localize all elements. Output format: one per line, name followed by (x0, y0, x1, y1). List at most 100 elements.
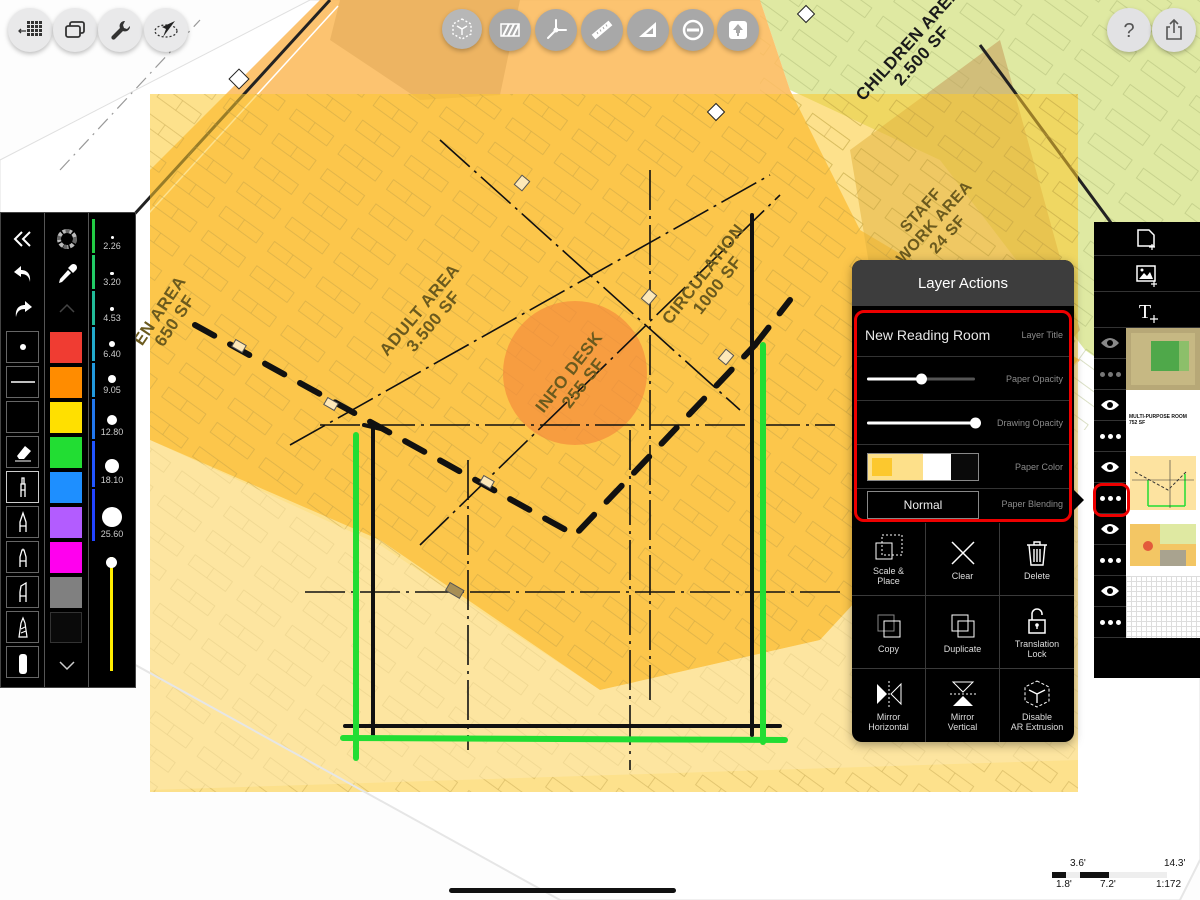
stroke-size-option[interactable]: 9.05 (89, 375, 135, 395)
color-swatch-purple[interactable] (50, 507, 82, 538)
color-swatch-magenta[interactable] (50, 542, 82, 573)
color-swatch-red[interactable] (50, 332, 82, 363)
home-indicator[interactable] (449, 888, 676, 893)
tree-stamp-icon (729, 21, 747, 39)
color-swatch-black[interactable] (50, 612, 82, 643)
drawing-opacity-slider[interactable] (867, 417, 981, 428)
stroke-size-option[interactable]: 6.40 (89, 341, 135, 359)
line-tool-button[interactable] (6, 366, 39, 398)
add-image-button[interactable] (1094, 258, 1200, 292)
disable-ar-extrusion-button[interactable]: Disable AR Extrusion (1000, 669, 1074, 742)
layer-thumbnail[interactable] (1126, 514, 1200, 576)
opacity-slider-thumb[interactable] (106, 556, 117, 568)
collapse-button[interactable] (6, 223, 39, 255)
layer-item[interactable] (1094, 514, 1200, 576)
layer-item[interactable] (1094, 576, 1200, 638)
clear-button[interactable]: Clear (926, 523, 1000, 596)
colors-scroll-up-button[interactable] (50, 293, 83, 325)
layer-visibility-toggle[interactable] (1094, 576, 1126, 607)
projects-button[interactable] (8, 8, 52, 52)
paper-color-yellow[interactable] (868, 453, 896, 480)
fill-tool-button[interactable] (6, 401, 39, 433)
crayon-button[interactable] (6, 646, 39, 678)
drawing-opacity-thumb[interactable] (970, 417, 981, 428)
layer-actions-title: Layer Actions (852, 260, 1074, 306)
stroke-size-option[interactable]: 4.53 (89, 306, 135, 323)
color-wheel-button[interactable] (50, 223, 83, 255)
windows-button[interactable] (53, 8, 97, 52)
duplicate-button[interactable]: Duplicate (926, 596, 1000, 669)
layer-thumbnail[interactable] (1126, 576, 1200, 638)
ruler-button[interactable] (581, 9, 623, 51)
translation-lock-button[interactable]: Translation Lock (1000, 596, 1074, 669)
transform-button[interactable] (442, 9, 482, 49)
axis-button[interactable] (535, 9, 577, 51)
highlighter-button[interactable] (6, 576, 39, 608)
undo-button[interactable] (6, 258, 39, 290)
paper-blending-select[interactable]: Normal (867, 490, 979, 519)
stroke-size-option[interactable]: 3.20 (89, 271, 135, 287)
set-square-button[interactable] (627, 9, 669, 51)
color-swatch-blue[interactable] (50, 472, 82, 503)
scale-place-button[interactable]: Scale & Place (852, 523, 926, 596)
mirror-vertical-button[interactable]: Mirror Vertical (926, 669, 1000, 742)
trash-icon (1027, 540, 1047, 566)
add-text-button[interactable]: T (1094, 294, 1200, 328)
color-swatch-orange[interactable] (50, 367, 82, 398)
color-wheel-icon (56, 229, 77, 249)
color-swatch-yellow[interactable] (50, 402, 82, 433)
paper-color-black[interactable] (950, 453, 978, 480)
point-tool-button[interactable] (6, 331, 39, 363)
layer-item[interactable]: MULTI-PURPOSE ROOM 752 SF (1094, 390, 1200, 452)
layer-more-button[interactable] (1094, 607, 1126, 638)
layer-title-row: New Reading Room Layer Title (857, 313, 1069, 357)
layer-visibility-toggle[interactable] (1094, 390, 1126, 421)
delete-button[interactable]: Delete (1000, 523, 1074, 596)
stroke-size-option[interactable]: 18.10 (89, 459, 135, 485)
eraser-button[interactable] (6, 436, 39, 468)
add-layer-button[interactable] (1094, 222, 1200, 256)
marker-button[interactable] (6, 541, 39, 573)
brush-button[interactable] (6, 611, 39, 643)
color-swatch-green[interactable] (50, 437, 82, 468)
layer-more-button[interactable] (1094, 421, 1126, 452)
stroke-size-dot (109, 341, 115, 347)
layer-more-button[interactable] (1094, 545, 1126, 576)
ar-button[interactable] (144, 8, 188, 52)
paper-opacity-thumb[interactable] (916, 373, 927, 384)
layers-stack-icon (65, 21, 85, 38)
scale-place-icon (875, 534, 902, 559)
hatch-button[interactable] (489, 9, 531, 51)
paper-opacity-slider[interactable] (867, 373, 975, 384)
stroke-size-dot (108, 375, 116, 383)
collapse-icon (13, 231, 31, 247)
opacity-slider[interactable] (106, 553, 118, 671)
layer-thumbnail[interactable] (1126, 452, 1200, 514)
eyedropper-button[interactable] (50, 258, 83, 290)
copy-button[interactable]: Copy (852, 596, 926, 669)
layer-visibility-toggle[interactable] (1094, 514, 1126, 545)
circle-button[interactable] (672, 9, 714, 51)
redo-button[interactable] (6, 293, 39, 325)
settings-button[interactable] (98, 8, 142, 52)
layer-thumbnail[interactable] (1126, 328, 1200, 390)
share-button[interactable] (1152, 8, 1196, 52)
mirror-horizontal-button[interactable]: Mirror Horizontal (852, 669, 926, 742)
layer-visibility-toggle[interactable] (1094, 452, 1126, 483)
layer-more-button[interactable] (1094, 359, 1126, 390)
fine-pen-button[interactable] (6, 471, 39, 503)
layer-visibility-toggle[interactable] (1094, 328, 1126, 359)
stroke-size-option[interactable]: 12.80 (89, 415, 135, 437)
colors-scroll-down-button[interactable] (50, 649, 83, 681)
help-button[interactable]: ? (1107, 8, 1151, 52)
pen-button[interactable] (6, 506, 39, 538)
layer-item[interactable] (1094, 328, 1200, 390)
stroke-size-option[interactable]: 25.60 (89, 507, 135, 539)
color-swatch-gray[interactable] (50, 577, 82, 608)
paper-color-white[interactable] (923, 453, 951, 480)
stroke-size-option[interactable]: 2.26 (89, 236, 135, 251)
layer-title-input[interactable]: New Reading Room (865, 327, 990, 343)
layer-thumbnail[interactable]: MULTI-PURPOSE ROOM 752 SF (1126, 390, 1200, 452)
paper-color-light-yellow[interactable] (895, 453, 923, 480)
stamp-button[interactable] (717, 9, 759, 51)
